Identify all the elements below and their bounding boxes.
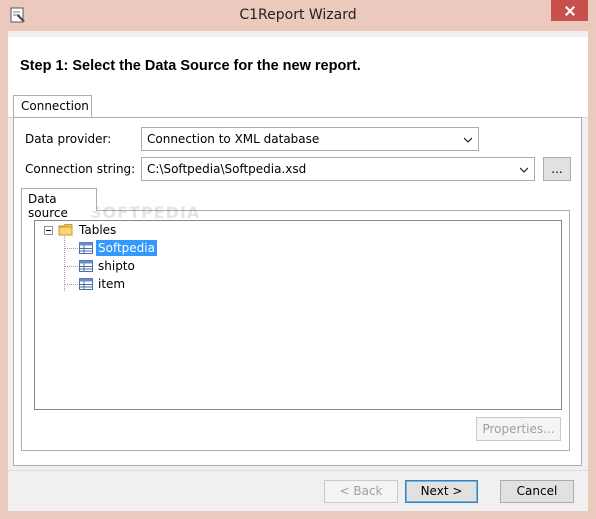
tab-data-source[interactable]: Data source	[21, 188, 97, 220]
next-button[interactable]: Next >	[405, 480, 478, 503]
connection-string-label: Connection string:	[25, 162, 136, 176]
folder-icon	[58, 224, 73, 236]
tree-connector-line	[64, 284, 80, 285]
close-button[interactable]	[551, 0, 588, 21]
window-title: C1Report Wizard	[239, 7, 357, 23]
connection-string-value: C:\Softpedia\Softpedia.xsd	[147, 162, 307, 176]
browse-button[interactable]: ...	[543, 157, 571, 181]
step-title: Step 1: Select the Data Source for the n…	[20, 58, 361, 74]
chevron-down-icon	[464, 137, 472, 143]
chevron-down-icon	[520, 167, 528, 173]
connection-string-combo[interactable]: C:\Softpedia\Softpedia.xsd	[141, 157, 535, 181]
properties-button[interactable]: Properties...	[476, 417, 561, 441]
tab-connection[interactable]: Connection	[13, 95, 92, 117]
back-button[interactable]: < Back	[324, 480, 398, 503]
tree-connector-line	[64, 266, 80, 267]
step-header: Step 1: Select the Data Source for the n…	[8, 37, 588, 118]
data-provider-value: Connection to XML database	[147, 132, 320, 146]
collapse-toggle[interactable]	[44, 226, 53, 235]
cancel-button[interactable]: Cancel	[500, 480, 574, 503]
title-bar[interactable]: C1Report Wizard	[0, 0, 596, 31]
table-icon	[79, 260, 93, 272]
tree-connector-line	[64, 248, 80, 249]
tree-root-label: Tables	[79, 223, 117, 237]
footer-separator	[8, 470, 588, 471]
table-icon	[79, 278, 93, 290]
table-icon	[79, 242, 93, 254]
wizard-window: C1Report Wizard Step 1: Select the Data …	[0, 0, 596, 519]
tree-root-tables[interactable]: Tables	[58, 222, 118, 238]
tree-item-label: shipto	[98, 259, 135, 273]
tree-item-item[interactable]: item	[79, 276, 127, 292]
data-provider-label: Data provider:	[25, 132, 112, 146]
tree-item-softpedia[interactable]: Softpedia	[79, 240, 157, 256]
tree-item-shipto[interactable]: shipto	[79, 258, 137, 274]
tables-tree[interactable]: Tables Softpedia shipto item	[34, 220, 562, 410]
tree-item-label: Softpedia	[96, 240, 157, 256]
data-provider-select[interactable]: Connection to XML database	[141, 127, 479, 151]
tree-item-label: item	[98, 277, 126, 291]
tree-connector-line	[64, 236, 65, 291]
